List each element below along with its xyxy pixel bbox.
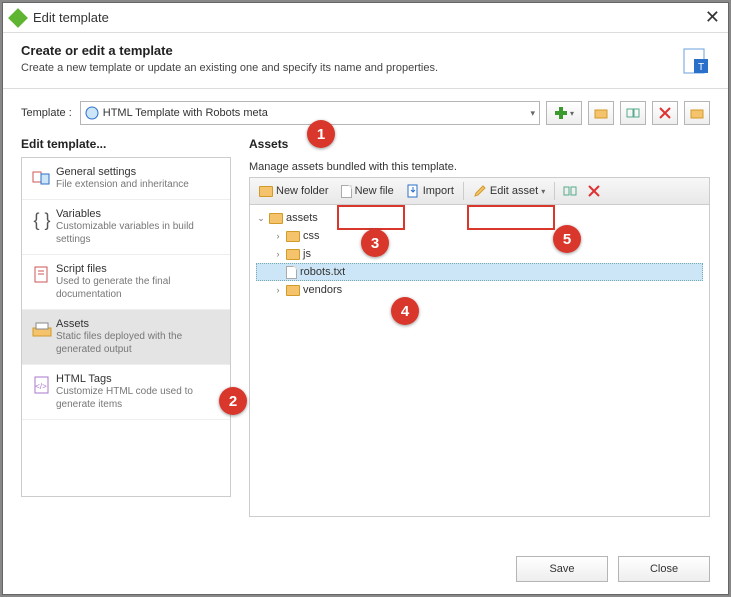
template-label: Template :	[21, 107, 72, 119]
svg-text:T: T	[698, 62, 704, 73]
rename-icon	[626, 106, 640, 120]
template-icon: T	[682, 47, 710, 75]
file-icon	[286, 266, 297, 279]
tree-folder-js[interactable]: › js	[256, 245, 703, 263]
folder-icon	[259, 186, 273, 197]
delete-button[interactable]	[652, 101, 678, 125]
separator	[463, 182, 464, 200]
template-row: Template : HTML Template with Robots met…	[3, 89, 728, 137]
braces-icon: { }	[33, 210, 50, 231]
app-icon	[8, 8, 28, 28]
assets-tree[interactable]: ⌄ assets › css › js	[249, 205, 710, 517]
rename-icon	[563, 184, 577, 198]
open-button[interactable]	[588, 101, 614, 125]
close-icon[interactable]: ✕	[705, 7, 720, 28]
script-icon	[32, 265, 52, 285]
tree-root[interactable]: ⌄ assets	[256, 209, 703, 227]
expand-icon[interactable]: ›	[273, 285, 283, 295]
pencil-icon	[473, 184, 487, 198]
sidebar-item-html[interactable]: </> HTML TagsCustomize HTML code used to…	[22, 365, 230, 420]
add-template-button[interactable]: ▾	[546, 101, 582, 125]
assets-icon	[31, 320, 53, 340]
new-folder-button[interactable]: New folder	[254, 180, 334, 202]
import-button[interactable]: Import	[401, 180, 459, 202]
close-button[interactable]: Close	[618, 556, 710, 582]
header: Create or edit a template Create a new t…	[3, 33, 728, 89]
expand-icon[interactable]: ›	[273, 249, 283, 259]
template-select[interactable]: HTML Template with Robots meta ▾	[80, 101, 540, 125]
template-selected: HTML Template with Robots meta	[103, 107, 531, 119]
sidebar-item-general[interactable]: General settingsFile extension and inher…	[22, 158, 230, 200]
folder-open-icon	[690, 106, 704, 120]
sidebar-item-scripts[interactable]: Script filesUsed to generate the final d…	[22, 255, 230, 310]
delete-icon	[587, 184, 601, 198]
sidebar-item-variables[interactable]: { } VariablesCustomizable variables in b…	[22, 200, 230, 255]
folder-icon	[286, 285, 300, 296]
folder-icon	[269, 213, 283, 224]
sidebar-title: Edit template...	[21, 137, 231, 151]
save-button[interactable]: Save	[516, 556, 608, 582]
expand-icon[interactable]: ⌄	[256, 213, 266, 224]
sidebar-item-assets[interactable]: AssetsStatic files deployed with the gen…	[22, 310, 230, 365]
footer: Save Close	[516, 556, 710, 582]
rename-asset-button[interactable]	[559, 180, 581, 202]
assets-toolbar: New folder New file Import Edit asset ▾	[249, 177, 710, 205]
tree-file-robots[interactable]: robots.txt	[256, 263, 703, 281]
header-subtitle: Create a new template or update an exist…	[21, 62, 710, 74]
chevron-down-icon: ▾	[530, 108, 535, 119]
edit-asset-button[interactable]: Edit asset ▾	[468, 180, 550, 202]
import-icon	[406, 184, 420, 198]
main-instruction: Manage assets bundled with this template…	[249, 161, 710, 173]
plus-icon	[554, 106, 568, 120]
folder-icon	[286, 231, 300, 242]
tree-folder-vendors[interactable]: › vendors	[256, 281, 703, 299]
settings-icon	[31, 168, 53, 190]
new-file-button[interactable]: New file	[336, 180, 399, 202]
delete-icon	[658, 106, 672, 120]
sidebar: Edit template... General settingsFile ex…	[3, 137, 241, 517]
sidebar-list: General settingsFile extension and inher…	[21, 157, 231, 497]
delete-asset-button[interactable]	[583, 180, 605, 202]
globe-icon	[85, 106, 99, 120]
header-title: Create or edit a template	[21, 43, 710, 58]
expand-icon[interactable]: ›	[273, 231, 283, 241]
main-panel: Assets Manage assets bundled with this t…	[241, 137, 728, 517]
main-title: Assets	[249, 137, 710, 151]
window-title: Edit template	[33, 10, 705, 25]
file-icon	[341, 185, 352, 198]
rename-button[interactable]	[620, 101, 646, 125]
separator	[554, 182, 555, 200]
html-icon: </>	[32, 375, 52, 395]
folder-icon	[594, 106, 608, 120]
folder-icon	[286, 249, 300, 260]
svg-text:</>: </>	[35, 382, 47, 391]
tree-folder-css[interactable]: › css	[256, 227, 703, 245]
titlebar: Edit template ✕	[3, 3, 728, 33]
browse-button[interactable]	[684, 101, 710, 125]
